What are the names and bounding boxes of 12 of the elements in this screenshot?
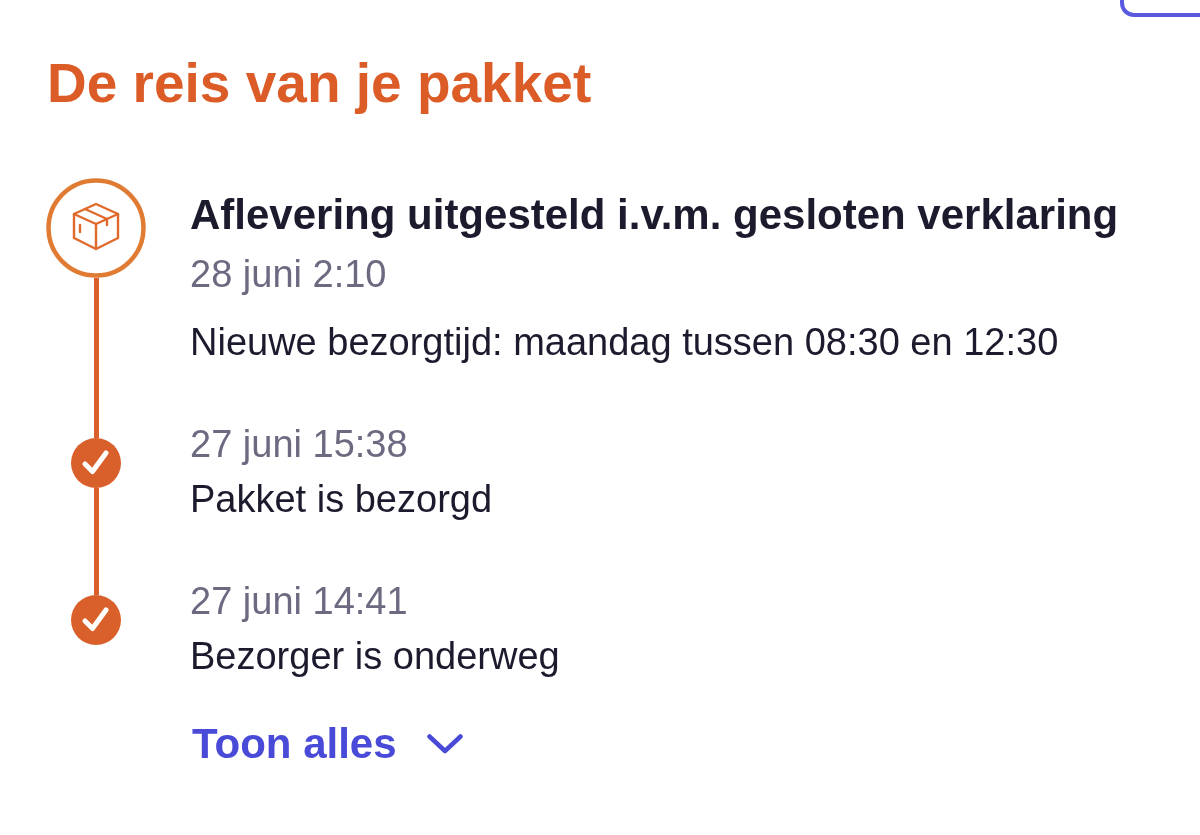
page-heading: De reis van je pakket: [47, 52, 592, 115]
show-all-button[interactable]: Toon alles: [192, 719, 463, 769]
event-description: Bezorger is onderweg: [190, 634, 560, 679]
check-icon: [71, 438, 121, 488]
event-time: 27 juni 15:38: [190, 422, 408, 467]
event-description: Pakket is bezorgd: [190, 477, 493, 522]
event-time: 28 juni 2:10: [190, 252, 387, 297]
event-description: Nieuwe bezorgtijd: maandag tussen 08:30 en 12:30: [190, 320, 1059, 365]
event-time: 27 juni 14:41: [190, 579, 408, 624]
check-icon: [71, 595, 121, 645]
package-icon: [46, 178, 146, 278]
event-title: Aflevering uitgesteld i.v.m. gesloten verklaring: [190, 190, 1119, 240]
